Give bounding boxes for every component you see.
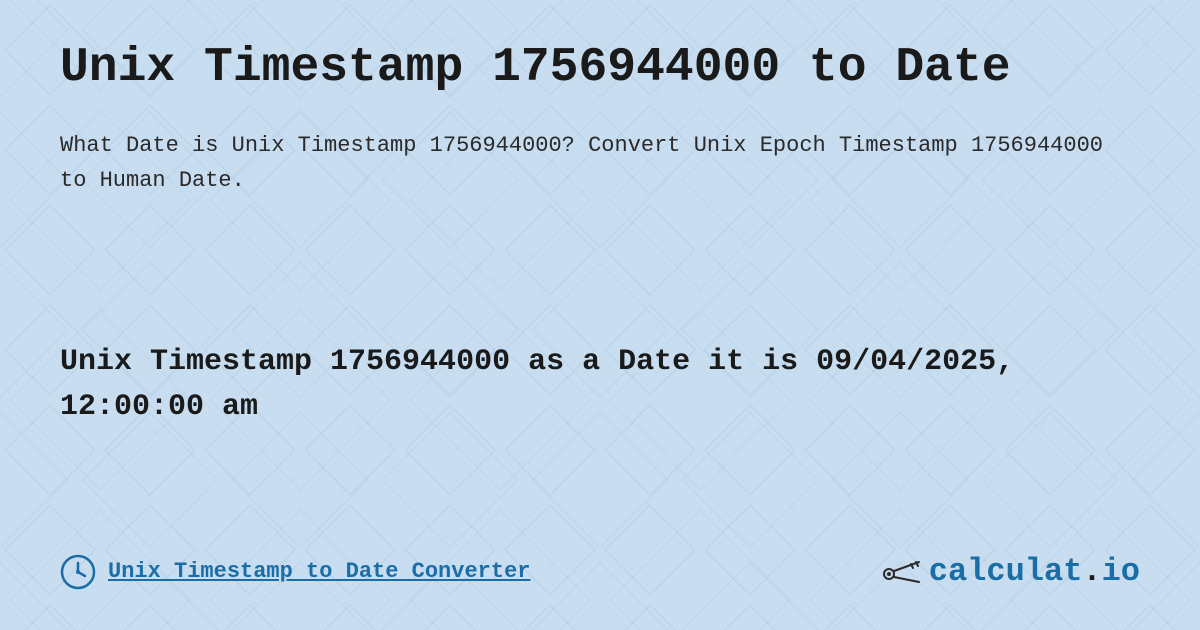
result-text: Unix Timestamp 1756944000 as a Date it i… [60, 340, 1140, 430]
footer-link-area[interactable]: Unix Timestamp to Date Converter [60, 554, 530, 590]
logo: calculat.io [881, 553, 1140, 590]
page-title: Unix Timestamp 1756944000 to Date [60, 40, 1140, 98]
logo-text: calculat.io [929, 553, 1140, 590]
footer-link-label[interactable]: Unix Timestamp to Date Converter [108, 559, 530, 584]
clock-icon [60, 554, 96, 590]
logo-icon [881, 554, 921, 590]
page-description: What Date is Unix Timestamp 1756944000? … [60, 128, 1140, 198]
